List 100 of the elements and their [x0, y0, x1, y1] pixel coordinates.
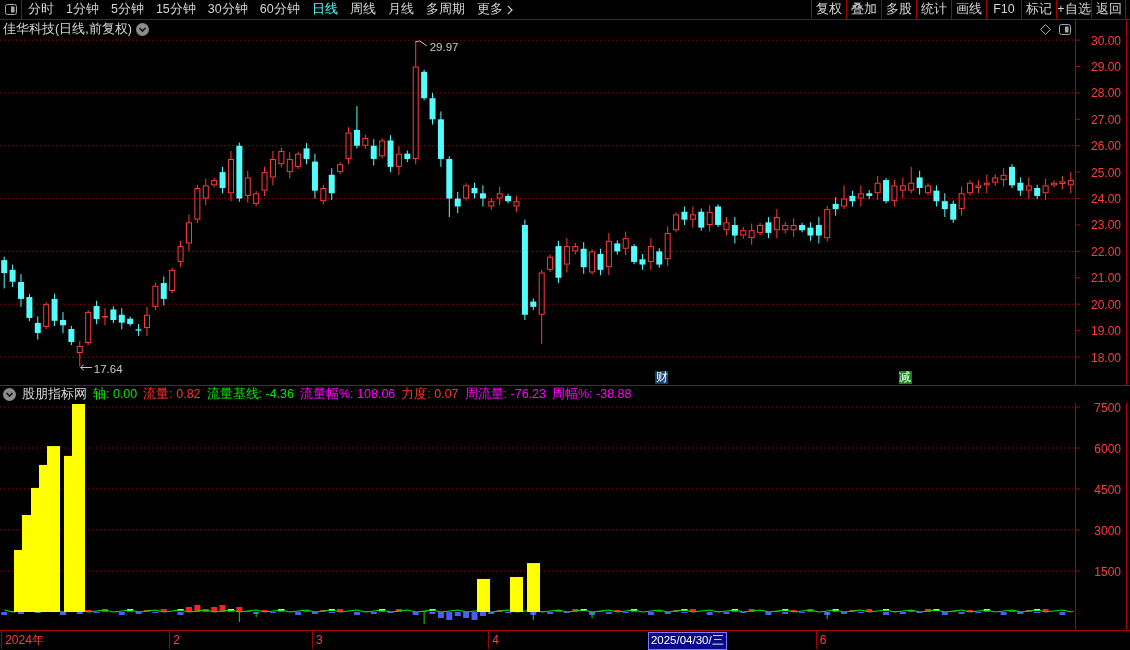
candlestick: [916, 170, 923, 196]
period-tab[interactable]: 5分钟: [104, 0, 150, 19]
period-tab[interactable]: 15分钟: [149, 0, 202, 19]
period-tab[interactable]: 30分钟: [201, 0, 254, 19]
candlestick: [429, 92, 436, 126]
more-menu-button[interactable]: 更多: [470, 0, 519, 19]
candlestick: [757, 222, 764, 236]
candlestick: [883, 177, 890, 204]
flow-bar: [510, 577, 523, 612]
candlestick: [479, 184, 486, 207]
candlestick: [261, 166, 268, 197]
toolbar-button[interactable]: 复权: [811, 0, 846, 19]
indicator-axis-label: 4500: [1094, 482, 1121, 497]
price-axis-label: 21.00: [1090, 271, 1121, 286]
date-axis-label: 3: [311, 631, 323, 649]
diamond-icon[interactable]: [1040, 23, 1051, 35]
candlestick: [1059, 175, 1066, 190]
price-axis-label: 24.00: [1090, 192, 1121, 207]
period-tab[interactable]: 60分钟: [253, 0, 306, 19]
candlestick: [51, 293, 58, 327]
date-cursor-label: 2025/04/30/三: [647, 632, 727, 650]
dropdown-icon[interactable]: [3, 388, 16, 401]
price-axis-label: 28.00: [1090, 86, 1121, 101]
candlestick: [286, 151, 293, 180]
price-axis-label: 30.00: [1090, 33, 1121, 48]
candlestick: [933, 184, 940, 207]
leader-line: [80, 364, 93, 371]
candlestick: [563, 237, 570, 273]
toolbar-button[interactable]: 标记: [1021, 0, 1056, 19]
candlestick: [76, 340, 83, 368]
panel-icon[interactable]: [4, 4, 17, 15]
candlestick: [160, 275, 167, 307]
candlestick: [101, 307, 108, 326]
toolbar-button[interactable]: 统计: [916, 0, 951, 19]
candlestick: [740, 226, 747, 240]
stock-title: 佳华科技(日线,前复权): [3, 20, 132, 38]
candlestick: [320, 184, 327, 205]
candlestick: [43, 301, 50, 330]
candlestick: [18, 273, 24, 308]
indicator-value: 流量基线: -4.36: [206, 386, 294, 403]
candlestick: [597, 248, 604, 276]
candlestick: [681, 205, 688, 226]
candlestick: [975, 179, 982, 194]
candlestick: [605, 232, 612, 276]
candlestick: [925, 182, 932, 196]
candlestick: [1051, 180, 1057, 188]
price-axis-label: 29.00: [1090, 60, 1121, 74]
candlestick: [295, 151, 302, 170]
dropdown-icon[interactable]: [135, 22, 149, 36]
panel-icon[interactable]: [1059, 23, 1071, 35]
period-tab[interactable]: 日线: [305, 0, 344, 19]
candlestick: [379, 137, 386, 159]
price-axis-label: 26.00: [1090, 139, 1121, 154]
candlestick: [782, 221, 789, 234]
toolbar-button[interactable]: 返回: [1091, 0, 1126, 19]
candlestick: [874, 175, 881, 201]
candlestick: [185, 213, 192, 252]
period-tab[interactable]: 分时: [22, 0, 60, 19]
toolbar-button[interactable]: +自选: [1056, 0, 1091, 19]
candlestick: [488, 197, 495, 211]
indicator-value: 力度: 0.07: [401, 386, 459, 403]
candlestick: [647, 237, 654, 271]
toolbar-button[interactable]: 画线: [951, 0, 986, 19]
chevron-right-icon: [506, 4, 513, 15]
indicator-value: 周幅%: -38.88: [551, 386, 632, 403]
period-tab[interactable]: 多周期: [419, 0, 471, 19]
price-axis-label: 25.00: [1090, 165, 1121, 180]
candlestick: [899, 176, 906, 200]
period-tab[interactable]: 月线: [381, 0, 420, 19]
candlestick: [941, 192, 948, 218]
toolbar-button[interactable]: F10: [986, 0, 1021, 19]
candlestick: [773, 208, 780, 239]
candlestick: [706, 204, 713, 233]
candlestick: [353, 105, 360, 149]
candlestick: [362, 134, 369, 150]
indicator-axis-label: 3000: [1094, 523, 1121, 538]
candlestick: [790, 217, 797, 238]
candlestick: [572, 242, 579, 256]
event-marker[interactable]: 减: [898, 371, 912, 384]
candlestick: [698, 208, 705, 232]
candlestick: [832, 196, 839, 217]
event-marker[interactable]: 财: [655, 371, 669, 384]
period-tab[interactable]: 1分钟: [60, 0, 105, 19]
price-axis-label: 27.00: [1090, 112, 1121, 127]
candlestick: [664, 225, 671, 267]
candlestick: [1025, 176, 1032, 200]
candlestick: [1017, 176, 1024, 197]
candlestick: [807, 221, 814, 242]
candlestick: [26, 293, 33, 322]
price-axis-label: 20.00: [1090, 297, 1121, 312]
toolbar-button[interactable]: 叠加: [846, 0, 881, 19]
candlestick: [152, 282, 159, 311]
candlestick: [194, 184, 201, 224]
candlestick: [345, 126, 352, 165]
toolbar-button[interactable]: 多股: [881, 0, 916, 19]
candlestick: [463, 182, 470, 202]
period-tab[interactable]: 周线: [343, 0, 382, 19]
indicator-value: 流量: 0.82: [143, 386, 201, 403]
candlestick: [589, 248, 596, 276]
price-axis-label: 23.00: [1090, 218, 1121, 233]
